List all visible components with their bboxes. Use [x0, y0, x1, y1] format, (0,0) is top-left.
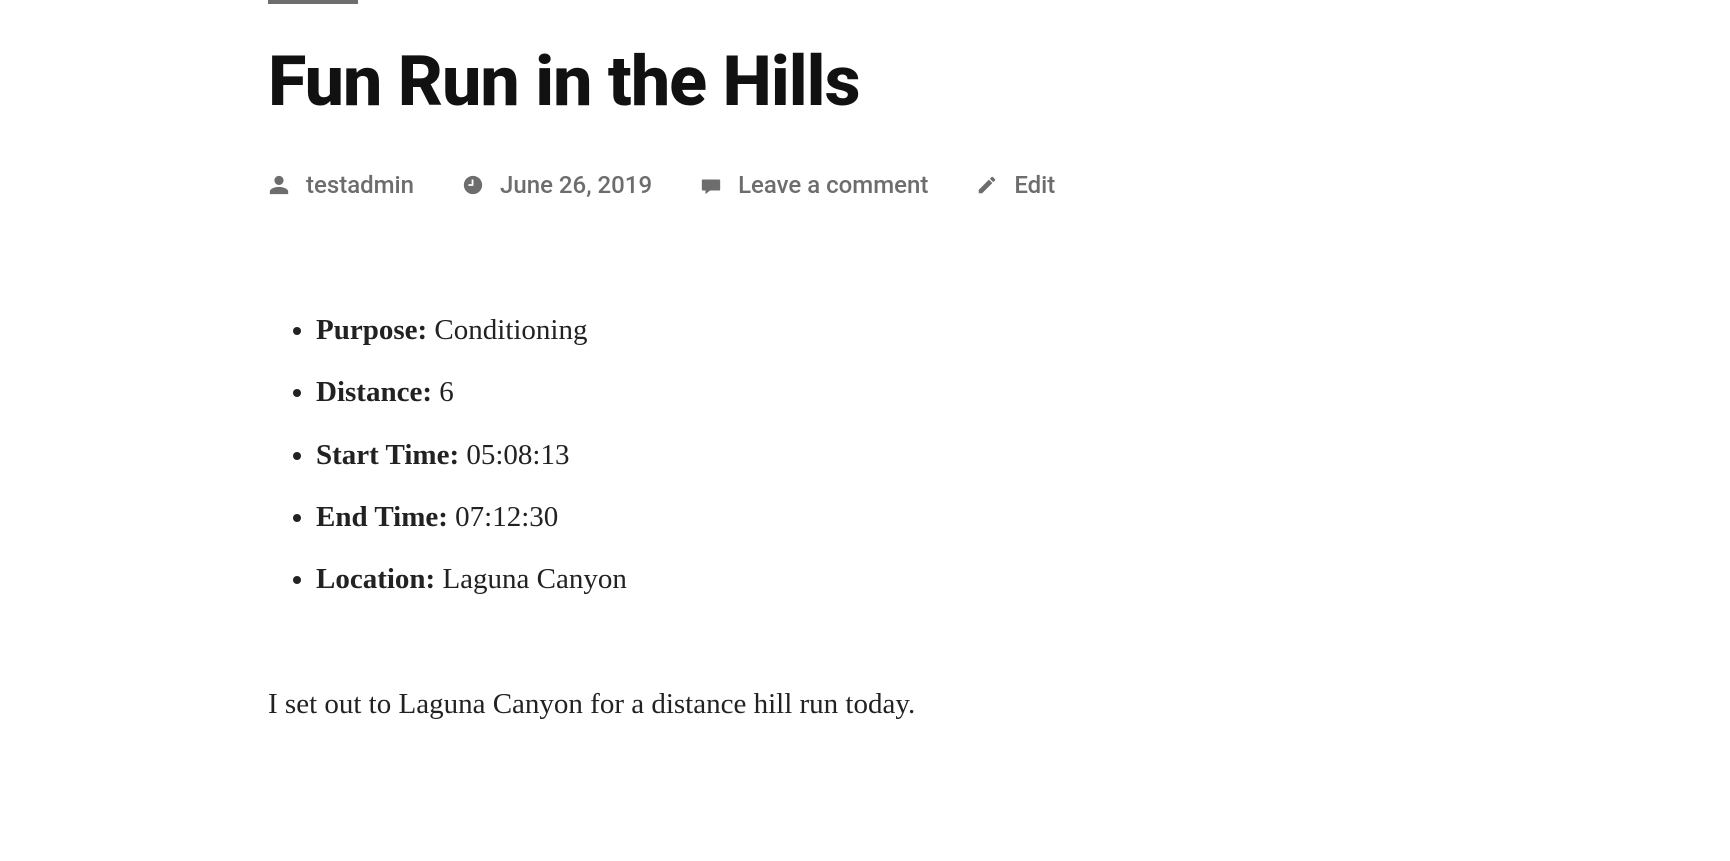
- detail-value: Conditioning: [434, 314, 587, 346]
- detail-label: Start Time:: [316, 439, 459, 471]
- detail-end-time: End Time: 07:12:30: [316, 486, 1148, 548]
- edit-icon: [976, 174, 998, 196]
- detail-location: Location: Laguna Canyon: [316, 548, 1148, 610]
- detail-label: Distance:: [316, 376, 432, 408]
- comments-link[interactable]: Leave a comment: [738, 171, 928, 199]
- detail-value: 6: [439, 376, 454, 408]
- edit-link[interactable]: Edit: [1014, 171, 1055, 199]
- meta-author: testadmin: [268, 171, 414, 199]
- author-icon: [268, 174, 290, 196]
- detail-value: 07:12:30: [455, 501, 558, 533]
- detail-label: Location:: [316, 563, 435, 595]
- post-details-list: Purpose: Conditioning Distance: 6 Start …: [268, 299, 1148, 611]
- comment-icon: [700, 174, 722, 196]
- header-rule: [268, 0, 358, 4]
- author-link[interactable]: testadmin: [306, 171, 414, 199]
- clock-icon: [462, 174, 484, 196]
- meta-comments: Leave a comment: [700, 171, 928, 199]
- detail-label: Purpose:: [316, 314, 427, 346]
- detail-start-time: Start Time: 05:08:13: [316, 424, 1148, 486]
- date-link[interactable]: June 26, 2019: [500, 171, 652, 199]
- detail-purpose: Purpose: Conditioning: [316, 299, 1148, 361]
- meta-edit: Edit: [976, 171, 1055, 199]
- detail-label: End Time:: [316, 501, 448, 533]
- post-meta: testadmin June 26, 2019 Leave a comment …: [268, 171, 1148, 199]
- detail-value: 05:08:13: [466, 439, 569, 471]
- detail-distance: Distance: 6: [316, 361, 1148, 423]
- post-title: Fun Run in the Hills: [268, 44, 1148, 121]
- post-body: I set out to Laguna Canyon for a distanc…: [268, 681, 1148, 727]
- meta-date: June 26, 2019: [462, 171, 652, 199]
- detail-value: Laguna Canyon: [442, 563, 626, 595]
